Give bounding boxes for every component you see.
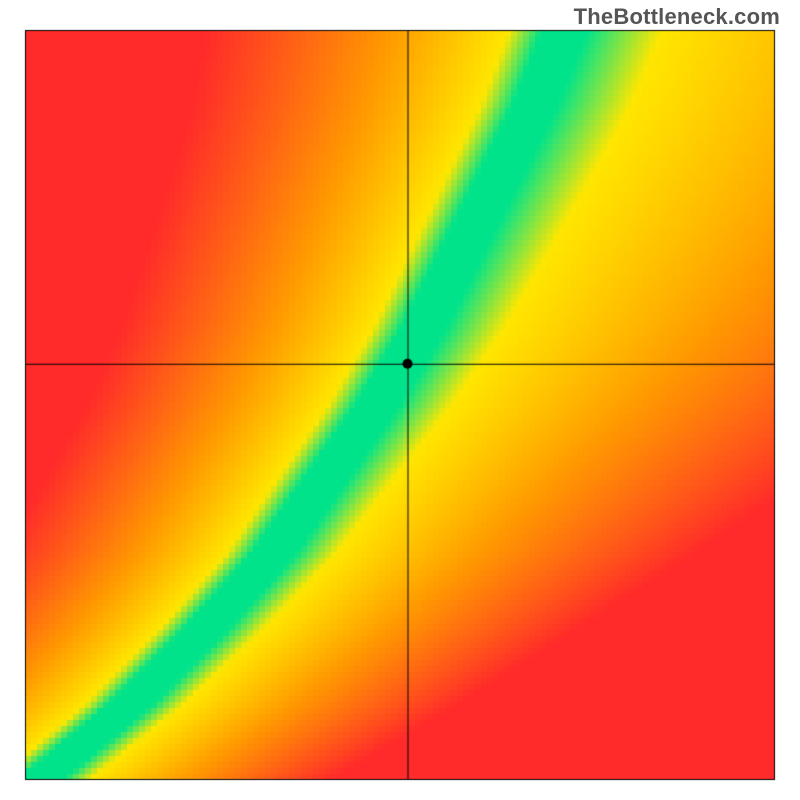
chart-container: TheBottleneck.com	[0, 0, 800, 800]
watermark-text: TheBottleneck.com	[574, 4, 780, 30]
heatmap-canvas	[0, 0, 800, 800]
